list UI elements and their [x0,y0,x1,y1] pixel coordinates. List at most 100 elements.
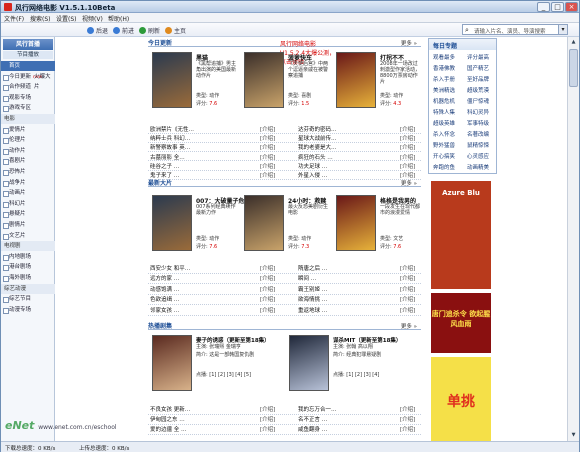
intro-link[interactable]: [介绍] [260,425,275,433]
show-poster[interactable] [289,335,329,391]
menu-help[interactable]: 帮助(H) [108,14,129,23]
title-link[interactable]: 咸鱼翻身 … [298,425,327,433]
latest-more-link[interactable]: 更多 » [401,179,417,187]
sidebar-item[interactable]: 海外剧场 [1,273,55,283]
scroll-up-icon[interactable]: ▲ [569,38,578,47]
intro-link[interactable]: [介绍] [400,415,415,423]
intro-link[interactable]: [介绍] [260,285,275,293]
forward-button[interactable]: 前进 [113,26,134,35]
topic-tag[interactable]: 名著改编 [467,130,489,138]
sidebar-item[interactable]: 港台剧场 [1,262,55,272]
title-link[interactable]: 不良女孩 更新… [150,405,190,413]
topic-tag[interactable]: 僵尸惊魂 [467,97,489,105]
ad-banner-1[interactable]: Azure Blu [431,181,491,289]
sidebar-item[interactable]: 恐怖片 [1,167,55,177]
hot-more-link[interactable]: 更多 » [401,322,417,330]
title-bar[interactable]: 风行网络电影 V1.5.1.10Beta _ □ × [1,1,579,13]
sidebar-item[interactable]: 综艺节目 [1,294,55,304]
sidebar-item[interactable]: 动画片 [1,188,55,198]
topic-tag[interactable]: 至好品牌 [467,75,489,83]
sidebar-item[interactable]: 观影专场 [1,93,55,103]
title-link[interactable]: 邻家女孩 … [150,306,179,314]
sidebar-item[interactable]: 内地剧场 [1,252,55,262]
topic-tag[interactable]: 特殊人集 [433,108,455,116]
intro-link[interactable]: [介绍] [260,264,275,272]
sidebar-item[interactable]: 科幻片 [1,199,55,209]
menu-settings[interactable]: 设置(S) [56,14,77,23]
topic-tag[interactable]: 美洲精选 [433,86,455,94]
refresh-button[interactable]: 刷新 [139,26,160,35]
maximize-button[interactable]: □ [551,2,564,12]
topic-tag[interactable]: 机器危机 [433,97,455,105]
title-link[interactable]: 远方的家 … [150,274,179,282]
topic-tag[interactable]: 杀入手册 [433,75,455,83]
sidebar-item[interactable]: 文艺片 [1,231,55,241]
sidebar-item[interactable]: 伦理片 [1,135,55,145]
topic-tag[interactable]: 奔跑的鱼 [433,163,455,171]
title-link[interactable]: 动感饱满 … [150,285,179,293]
topic-tag[interactable]: 超级荒漠 [467,86,489,94]
intro-link[interactable]: [介绍] [400,264,415,272]
vertical-scrollbar[interactable]: ▲ ▼ [567,37,579,441]
intro-link[interactable]: [介绍] [400,274,415,282]
sidebar-item[interactable]: 动作片 [1,146,55,156]
sidebar-item[interactable]: 游戏专区 [1,103,55,113]
intro-link[interactable]: [介绍] [260,405,275,413]
home-button[interactable]: 主页 [165,26,186,35]
menu-video[interactable]: 视频(V) [82,14,103,23]
movie-poster[interactable] [336,195,376,251]
topic-tag[interactable]: 动画精美 [467,163,489,171]
title-link[interactable]: 霸王别姬 … [298,285,327,293]
sidebar-item[interactable]: 战争片 [1,178,55,188]
movie-poster[interactable] [152,195,192,251]
topic-tag[interactable]: 超级英雄 [433,119,455,127]
close-button[interactable]: × [565,2,578,12]
topic-tag[interactable]: 评分最高 [467,53,489,61]
sidebar-item[interactable]: 动漫专场 [1,305,55,315]
intro-link[interactable]: [介绍] [400,405,415,413]
title-link[interactable]: 瞬间 … [298,274,316,282]
minimize-button[interactable]: _ [537,2,550,12]
menu-search[interactable]: 搜索(S) [30,14,51,23]
back-button[interactable]: 后退 [87,26,108,35]
scroll-down-icon[interactable]: ▼ [569,431,578,440]
sidebar-item[interactable]: 首页 [1,61,55,71]
menu-file[interactable]: 文件(F) [4,14,24,23]
intro-link[interactable]: [介绍] [400,285,415,293]
topic-tag[interactable]: 杀入怀念 [433,130,455,138]
intro-link[interactable]: [介绍] [400,306,415,314]
show-episodes[interactable]: 点播: [1] [2] [3] [4] [5] [196,372,286,378]
title-link[interactable]: 西安少女 和平… [150,264,190,272]
sidebar-header[interactable]: 风行首播 [3,39,53,50]
title-link[interactable]: 重返地球 … [298,306,327,314]
sidebar-subheader[interactable]: 节目播放 [3,51,53,59]
show-title[interactable]: 妻子的诱惑（更新至第18集） [196,336,270,344]
title-link[interactable]: 爱的边疆 全 … [150,425,187,433]
intro-link[interactable]: [介绍] [260,306,275,314]
ad-banner-3[interactable]: 单挑 [431,357,491,441]
sidebar-item[interactable]: 悬疑片 [1,209,55,219]
topic-tag[interactable]: 科幻灵异 [467,108,489,116]
show-title[interactable]: 谋杀MIT（更新至第18集） [333,336,401,344]
topic-tag[interactable]: 香港佛教 [433,64,455,72]
movie-poster[interactable] [244,52,284,108]
title-link[interactable]: 名不正言 … [298,415,327,423]
intro-link[interactable]: [介绍] [400,295,415,303]
topic-tag[interactable]: 国产精艺 [467,64,489,72]
sidebar-item[interactable]: 爱情片 [1,125,55,135]
topic-tag[interactable]: 心灵感应 [467,152,489,160]
intro-link[interactable]: [介绍] [400,425,415,433]
title-link[interactable]: 我的忘万合一… [298,405,337,413]
today-more-link[interactable]: 更多 » [401,39,417,47]
intro-link[interactable]: [介绍] [260,295,275,303]
movie-poster[interactable] [152,52,192,108]
ad-banner-2[interactable]: 唐门追杀令 欲起腥风血雨 [431,293,491,353]
movie-poster[interactable] [244,195,284,251]
topic-tag[interactable]: 野外猛兽 [433,141,455,149]
topic-tag[interactable]: 观看最多 [433,53,455,61]
sidebar-item[interactable]: 剧情片 [1,220,55,230]
sidebar-item[interactable]: 喜剧片 [1,156,55,166]
title-link[interactable]: 隋唐之后 … [298,264,327,272]
intro-link[interactable]: [介绍] [260,274,275,282]
topic-tag[interactable]: 开心搞笑 [433,152,455,160]
